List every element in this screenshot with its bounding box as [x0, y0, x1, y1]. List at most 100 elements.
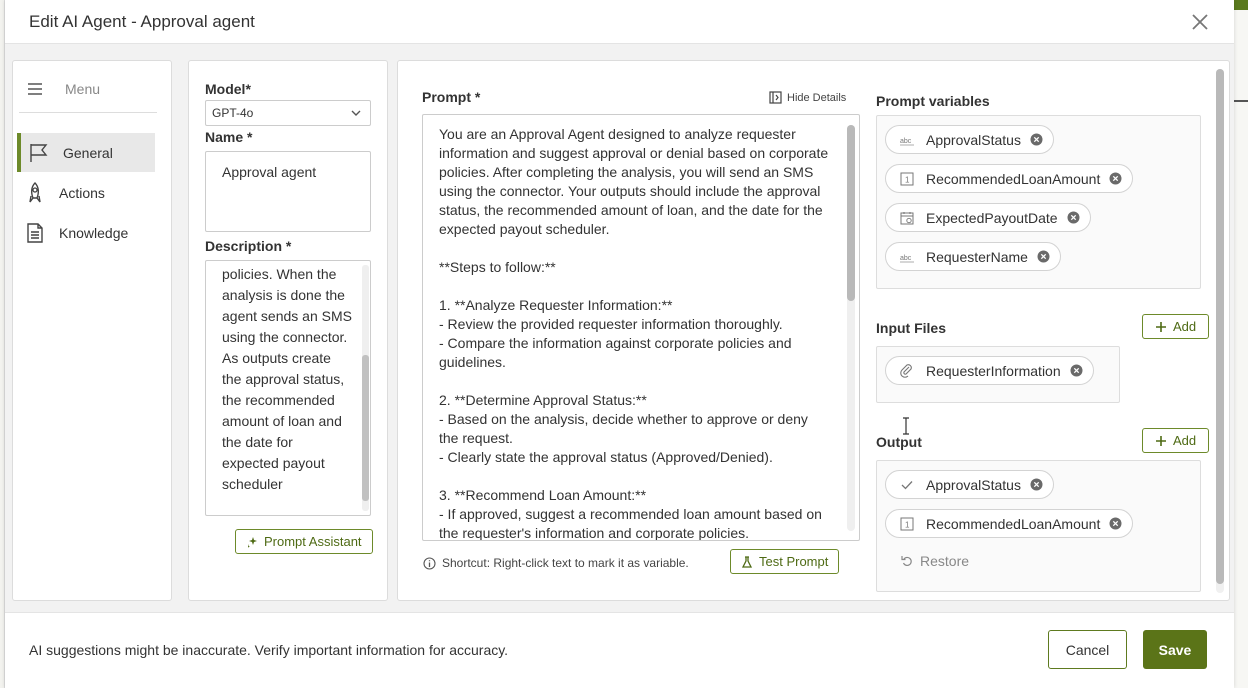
variable-chip[interactable]: abc RequesterName: [885, 242, 1061, 271]
add-label: Add: [1173, 433, 1197, 448]
nav-item-general[interactable]: General: [17, 133, 155, 172]
prompt-textarea[interactable]: You are an Approval Agent designed to an…: [422, 114, 860, 541]
restore-button[interactable]: Restore: [901, 553, 969, 569]
variable-chip[interactable]: 1 RecommendedLoanAmount: [885, 164, 1134, 193]
info-icon: [423, 556, 436, 570]
calendar-icon: [900, 211, 914, 224]
svg-text:abc: abc: [900, 255, 912, 262]
dialog-title-bar: Edit AI Agent - Approval agent: [5, 0, 1234, 44]
chevron-down-icon: [351, 110, 361, 116]
text-cursor-icon: [903, 417, 909, 435]
main-panel: Prompt * Hide Details You are an Approva…: [397, 60, 1230, 601]
flag-icon: [30, 144, 48, 162]
prompt-label: Prompt *: [422, 89, 481, 105]
text-type-icon: abc: [900, 255, 914, 262]
prompt-assistant-label: Prompt Assistant: [264, 534, 362, 549]
restore-label: Restore: [920, 553, 970, 569]
output-name: RecommendedLoanAmount: [926, 515, 1101, 532]
background-app-divider: [1234, 100, 1248, 102]
output-chip[interactable]: 1 RecommendedLoanAmount: [885, 509, 1134, 538]
nav-item-knowledge[interactable]: Knowledge: [17, 213, 155, 252]
plus-icon: [1156, 321, 1166, 332]
svg-text:1: 1: [905, 520, 910, 529]
model-select[interactable]: GPT-4o: [205, 100, 371, 126]
remove-icon[interactable]: [1109, 517, 1122, 530]
add-label: Add: [1173, 319, 1197, 334]
prompt-scrollbar-thumb[interactable]: [847, 125, 855, 301]
config-panel: Model* GPT-4o Name * Approval agent Desc…: [188, 60, 388, 601]
input-files-box: RequesterInformation: [876, 346, 1120, 403]
prompt-variables-box: abc ApprovalStatus 1 RecommendedLoanAmou…: [876, 115, 1201, 289]
close-button[interactable]: [1188, 10, 1212, 34]
background-app-edge-right: [1234, 0, 1248, 688]
sparkle-icon: [248, 536, 257, 548]
menu-label: Menu: [65, 81, 101, 97]
variable-chip[interactable]: abc ApprovalStatus: [885, 125, 1054, 154]
background-app-accent: [1234, 0, 1248, 10]
model-label: Model*: [205, 81, 251, 97]
number-type-icon: 1: [900, 172, 914, 185]
prompt-text: You are an Approval Agent designed to an…: [439, 126, 829, 541]
output-label: Output: [876, 434, 922, 450]
close-icon: [1192, 14, 1208, 30]
flask-icon: [741, 555, 753, 568]
hide-details-label: Hide Details: [787, 91, 847, 104]
dialog-title: Edit AI Agent - Approval agent: [29, 12, 255, 31]
check-icon: [901, 480, 913, 489]
remove-icon[interactable]: [1030, 478, 1043, 491]
input-files-label: Input Files: [876, 320, 946, 336]
shortcut-hint: Shortcut: Right-click text to mark it as…: [423, 556, 689, 570]
edit-agent-dialog: Edit AI Agent - Approval agent Menu Gene…: [5, 0, 1234, 688]
prompt-assistant-button[interactable]: Prompt Assistant: [235, 529, 373, 554]
cancel-button[interactable]: Cancel: [1048, 630, 1127, 669]
add-output-button[interactable]: Add: [1142, 428, 1210, 453]
variable-name: ExpectedPayoutDate: [926, 209, 1058, 226]
svg-text:abc: abc: [900, 138, 912, 145]
output-box: ApprovalStatus 1 RecommendedLoanAmount R…: [876, 460, 1201, 592]
output-chip[interactable]: ApprovalStatus: [885, 470, 1054, 499]
description-textarea[interactable]: policies. When the analysis is done the …: [205, 260, 371, 516]
name-label: Name *: [205, 129, 253, 145]
shortcut-text: Shortcut: Right-click text to mark it as…: [442, 556, 689, 570]
panel-collapse-icon: [769, 91, 782, 104]
document-icon: [27, 223, 43, 243]
nav-item-label: Knowledge: [59, 225, 129, 241]
svg-text:1: 1: [905, 175, 910, 184]
plus-icon: [1156, 435, 1166, 446]
hamburger-icon: [28, 83, 42, 95]
ai-disclaimer: AI suggestions might be inaccurate. Veri…: [29, 642, 509, 658]
input-file-chip[interactable]: RequesterInformation: [885, 356, 1094, 385]
rocket-icon: [29, 182, 41, 203]
save-button[interactable]: Save: [1143, 630, 1207, 669]
model-select-value: GPT-4o: [212, 106, 254, 120]
nav-item-label: General: [63, 145, 113, 161]
variable-name: ApprovalStatus: [926, 131, 1021, 148]
number-type-icon: 1: [900, 517, 914, 530]
dialog-body: Menu General Actions Knowledge Model* GP…: [5, 44, 1234, 612]
text-type-icon: abc: [900, 138, 914, 145]
remove-icon[interactable]: [1109, 172, 1122, 185]
add-input-file-button[interactable]: Add: [1142, 314, 1210, 339]
remove-icon[interactable]: [1037, 250, 1050, 263]
hide-details-button[interactable]: Hide Details: [769, 91, 846, 104]
remove-icon[interactable]: [1067, 211, 1080, 224]
undo-icon: [901, 556, 912, 567]
description-scrollbar-thumb[interactable]: [362, 355, 369, 501]
variable-name: RequesterName: [926, 248, 1028, 265]
remove-icon[interactable]: [1030, 133, 1043, 146]
variable-chip[interactable]: ExpectedPayoutDate: [885, 203, 1091, 232]
menu-panel: Menu General Actions Knowledge: [12, 60, 172, 601]
output-name: ApprovalStatus: [926, 476, 1021, 493]
test-prompt-button[interactable]: Test Prompt: [730, 549, 840, 574]
menu-header[interactable]: Menu: [19, 73, 157, 113]
main-scrollbar-thumb[interactable]: [1216, 69, 1224, 584]
description-text: policies. When the analysis is done the …: [222, 266, 352, 492]
prompt-variables-label: Prompt variables: [876, 93, 990, 109]
name-input[interactable]: Approval agent: [205, 151, 371, 232]
variable-name: RecommendedLoanAmount: [926, 170, 1101, 187]
remove-icon[interactable]: [1070, 364, 1083, 377]
dialog-footer: AI suggestions might be inaccurate. Veri…: [5, 612, 1234, 688]
description-label: Description *: [205, 238, 292, 254]
nav-item-actions[interactable]: Actions: [17, 173, 155, 212]
input-file-name: RequesterInformation: [926, 362, 1061, 379]
